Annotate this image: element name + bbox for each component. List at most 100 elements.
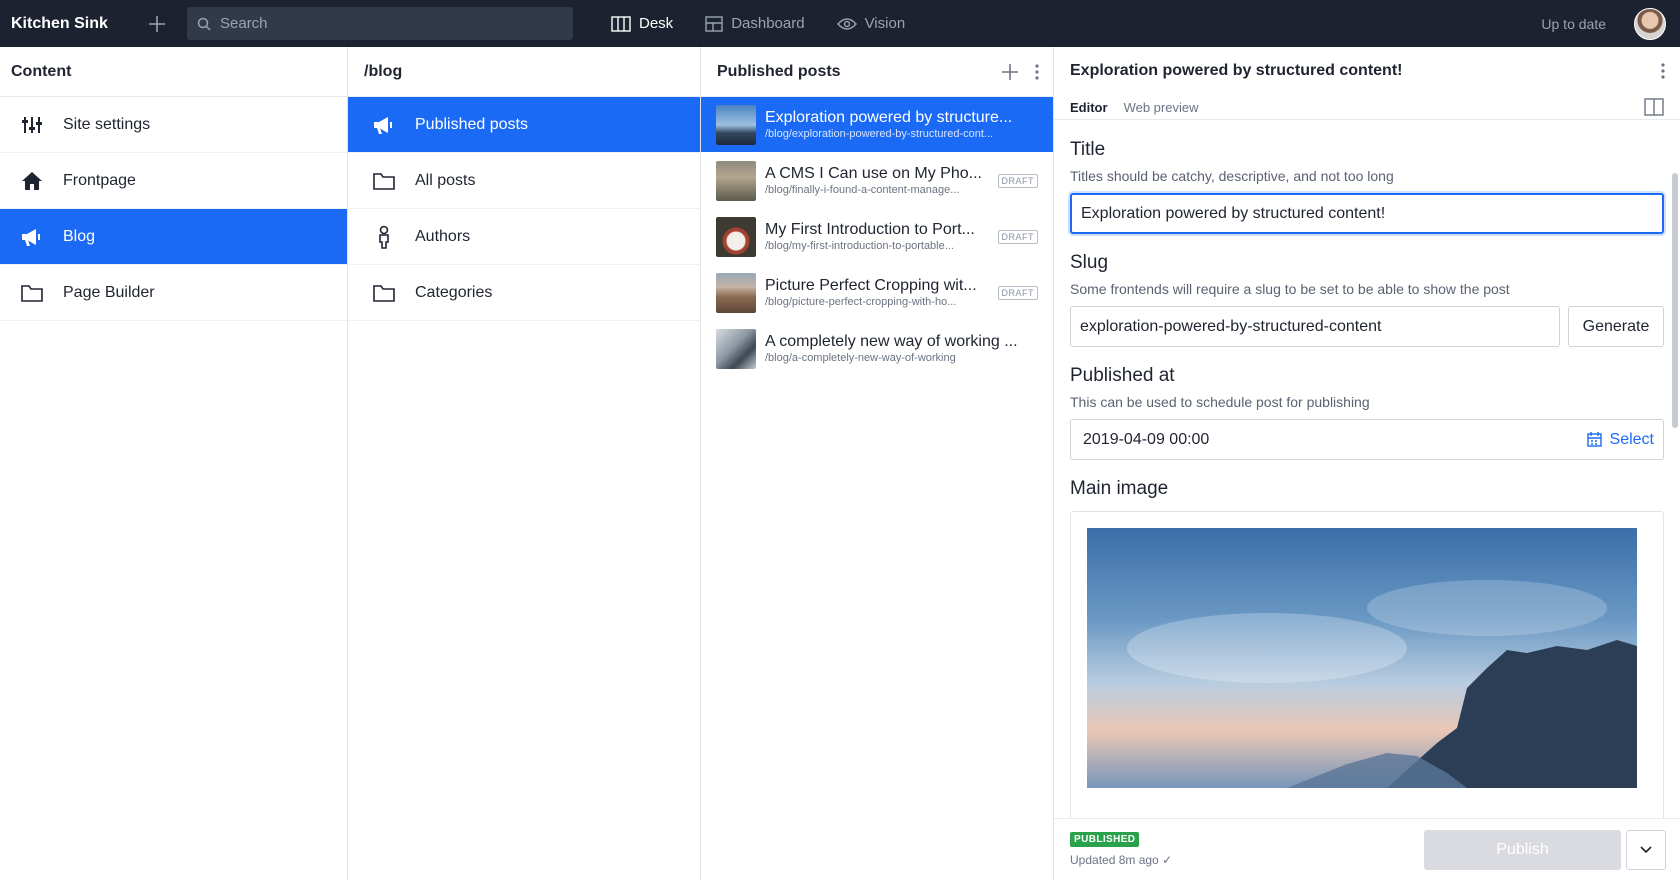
calendar-icon [1586, 432, 1602, 447]
published-at-label: Published at [1070, 365, 1175, 386]
published-at-description: This can be used to schedule post for pu… [1070, 394, 1370, 410]
split-pane-icon[interactable] [1644, 98, 1664, 116]
tool-nav: Desk Dashboard Vision [595, 0, 921, 47]
sync-status: Up to date [1541, 15, 1606, 32]
title-label: Title [1070, 139, 1106, 160]
post-thumbnail [716, 216, 756, 257]
blog-pane: /blog Published posts All posts Authors … [348, 47, 701, 880]
search-icon [197, 17, 211, 31]
pane-title: Content [0, 47, 347, 97]
sliders-icon [20, 113, 44, 137]
draft-badge: DRAFT [997, 173, 1038, 188]
post-title: My First Introduction to Port... [765, 221, 975, 238]
nav-desk-label: Desk [639, 15, 674, 32]
post-title: Picture Perfect Cropping wit... [765, 277, 977, 294]
nav-desk[interactable]: Desk [595, 0, 689, 47]
pane-header: Published posts [701, 47, 1053, 97]
published-badge: PUBLISHED [1070, 832, 1140, 847]
slug-label: Slug [1070, 252, 1109, 273]
top-bar: Kitchen Sink Search Desk Dashboard Visio… [0, 0, 1680, 47]
nav-dashboard[interactable]: Dashboard [689, 0, 820, 47]
pane-title: Published posts [717, 62, 841, 80]
post-title: Exploration powered by structure... [765, 109, 1013, 126]
app-brand[interactable]: Kitchen Sink [11, 15, 131, 33]
draft-badge: DRAFT [997, 229, 1038, 244]
tab-web-preview[interactable]: Web preview [1124, 100, 1199, 115]
more-vertical-icon[interactable] [1035, 63, 1039, 81]
main-image [1087, 528, 1637, 788]
nav-vision-label: Vision [864, 15, 906, 32]
editor-header: Exploration powered by structured conten… [1054, 47, 1680, 95]
more-vertical-icon[interactable] [1661, 62, 1665, 80]
slug-field[interactable]: exploration-powered-by-structured-conten… [1070, 306, 1560, 347]
chevron-down-icon [1640, 845, 1652, 853]
post-text: Picture Perfect Cropping wit... /blog/pi… [765, 276, 990, 309]
tab-editor[interactable]: Editor [1070, 100, 1108, 115]
menu-item-all-posts[interactable]: All posts [348, 153, 700, 209]
post-title: A completely new way of working ... [765, 333, 1018, 350]
post-text: My First Introduction to Port... /blog/m… [765, 220, 990, 253]
menu-item-label: Published posts [415, 115, 528, 133]
dashboard-icon [705, 15, 723, 32]
menu-item-published-posts[interactable]: Published posts [348, 97, 700, 153]
generate-button[interactable]: Generate [1568, 306, 1664, 347]
post-text: A completely new way of working ... /blo… [765, 332, 1038, 365]
search-input[interactable]: Search [187, 7, 573, 40]
megaphone-icon [372, 113, 396, 137]
pane-title: /blog [348, 47, 700, 97]
list-item[interactable]: Picture Perfect Cropping wit... /blog/pi… [701, 265, 1053, 321]
menu-item-label: All posts [415, 171, 476, 189]
updated-status: Updated 8m ago ✓ [1070, 853, 1173, 867]
title-field[interactable]: Exploration powered by structured conten… [1070, 193, 1664, 234]
post-slug: /blog/finally-i-found-a-content-manage..… [765, 184, 960, 196]
menu-item-page-builder[interactable]: Page Builder [0, 265, 347, 321]
select-label: Select [1609, 430, 1654, 448]
home-icon [20, 169, 44, 193]
menu-item-label: Frontpage [63, 171, 136, 189]
menu-item-blog[interactable]: Blog [0, 209, 347, 265]
post-title: A CMS I Can use on My Pho... [765, 165, 982, 182]
draft-badge: DRAFT [997, 285, 1038, 300]
document-status: PUBLISHED Updated 8m ago ✓ [1070, 832, 1172, 867]
folder-icon [372, 281, 396, 305]
plus-icon[interactable] [1001, 63, 1019, 81]
publish-button[interactable]: Publish [1424, 829, 1621, 870]
list-item[interactable]: My First Introduction to Port... /blog/m… [701, 209, 1053, 265]
select-date-button[interactable]: Select [1586, 430, 1654, 449]
desk-icon [611, 15, 631, 32]
menu-item-site-settings[interactable]: Site settings [0, 97, 347, 153]
menu-item-label: Authors [415, 227, 471, 245]
create-new-button[interactable] [143, 10, 171, 38]
nav-vision[interactable]: Vision [821, 0, 922, 47]
folder-icon [372, 169, 396, 193]
main-image-label: Main image [1070, 478, 1169, 499]
title-value: Exploration powered by structured conten… [1081, 204, 1386, 222]
nav-dashboard-label: Dashboard [731, 15, 805, 32]
menu-item-frontpage[interactable]: Frontpage [0, 153, 347, 209]
menu-item-categories[interactable]: Categories [348, 265, 700, 321]
slug-description: Some frontends will require a slug to be… [1070, 281, 1510, 297]
list-item[interactable]: A completely new way of working ... /blo… [701, 321, 1053, 377]
more-actions-button[interactable] [1626, 829, 1666, 870]
list-item[interactable]: A CMS I Can use on My Pho... /blog/final… [701, 153, 1053, 209]
title-description: Titles should be catchy, descriptive, an… [1070, 168, 1394, 184]
document-title: Exploration powered by structured conten… [1070, 62, 1403, 79]
post-slug: /blog/my-first-introduction-to-portable.… [765, 240, 954, 252]
menu-item-label: Site settings [63, 115, 151, 133]
list-item[interactable]: Exploration powered by structure... /blo… [701, 97, 1053, 153]
published-at-field[interactable]: 2019-04-09 00:00 Select [1070, 419, 1664, 460]
menu-item-label: Page Builder [63, 283, 155, 301]
post-thumbnail [716, 328, 756, 369]
post-thumbnail [716, 160, 756, 201]
posts-list-pane: Published posts Exploration powered by s… [701, 47, 1054, 880]
menu-item-authors[interactable]: Authors [348, 209, 700, 265]
post-thumbnail [716, 272, 756, 313]
post-slug: /blog/exploration-powered-by-structured-… [765, 128, 994, 140]
document-editor-pane: Exploration powered by structured conten… [1054, 47, 1680, 880]
avatar[interactable] [1634, 7, 1666, 40]
search-placeholder: Search [220, 15, 268, 32]
main-image-field[interactable] [1070, 511, 1664, 818]
editor-scrollbar[interactable] [1672, 173, 1678, 428]
editor-tabs: Editor Web preview [1054, 95, 1680, 120]
slug-value: exploration-powered-by-structured-conten… [1080, 317, 1382, 335]
